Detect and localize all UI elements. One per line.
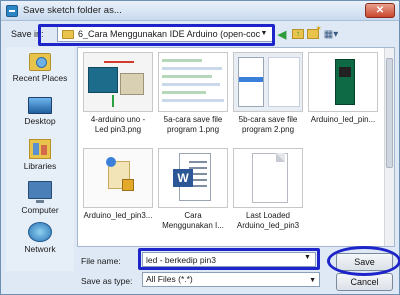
place-label: Computer [21, 205, 59, 215]
place-libraries[interactable]: Libraries [6, 139, 74, 171]
file-name: Arduino_led_pin3... [83, 211, 153, 220]
navigation-toolbar: ◀ ↑ ▦▾ [275, 24, 340, 42]
image-thumbnail [308, 52, 378, 112]
save-as-type-label: Save as type: [81, 276, 133, 286]
arduino-app-icon [6, 4, 18, 17]
save-as-type-value: All Files (*.*) [146, 274, 193, 284]
file-name: program 2.png [241, 125, 295, 134]
place-label: Libraries [23, 161, 57, 171]
close-button[interactable]: ✕ [365, 3, 395, 18]
title-bar: Save sketch folder as... ✕ [1, 1, 399, 21]
list-item[interactable]: 4-arduino uno - Led pin3.png [82, 52, 154, 135]
chevron-down-icon[interactable]: ▼ [309, 274, 316, 287]
file-name: 4-arduino uno - [90, 115, 146, 124]
file-name: Led pin3.png [94, 125, 142, 134]
file-name: Cara [184, 211, 202, 220]
file-name-label: File name: [81, 256, 121, 266]
place-label: Desktop [24, 116, 56, 126]
ino-file-icon [83, 148, 153, 208]
image-thumbnail [83, 52, 153, 112]
image-thumbnail [233, 52, 303, 112]
place-label: Recent Places [12, 73, 68, 83]
save-button-highlight-ring [327, 246, 400, 276]
place-computer[interactable]: Computer [6, 181, 74, 215]
place-desktop[interactable]: Desktop [6, 97, 74, 126]
save-dialog: Save sketch folder as... ✕ Save in: 6_Ca… [0, 0, 400, 295]
place-network[interactable]: Network [6, 222, 74, 254]
vertical-scrollbar[interactable] [384, 48, 394, 246]
file-name: Arduino_led_pin3 [236, 221, 300, 230]
back-arrow-icon[interactable]: ◀ [275, 27, 289, 41]
up-folder-icon[interactable]: ↑ [292, 29, 304, 39]
place-recent-places[interactable]: Recent Places [6, 53, 74, 83]
places-bar: Recent Places Desktop Libraries Computer… [6, 47, 74, 271]
recent-places-icon [29, 53, 51, 71]
window-title: Save sketch folder as... [23, 5, 122, 16]
file-name: Menggunakan I... [162, 221, 224, 230]
save-in-highlight-box [38, 24, 275, 46]
list-item[interactable]: Last Loaded Arduino_led_pin3 [232, 148, 304, 231]
network-icon [28, 222, 52, 242]
place-label: Network [24, 244, 56, 254]
list-item[interactable]: 5b-cara save file program 2.png [232, 52, 304, 135]
file-name-highlight-box [138, 248, 320, 270]
list-item[interactable]: Arduino_led_pin3... [82, 148, 154, 221]
file-name: 5b-cara save file [238, 115, 298, 124]
list-item[interactable]: Arduino_led_pin... [307, 52, 379, 125]
blank-file-icon [233, 148, 303, 208]
list-item[interactable]: W Cara Menggunakan I... [157, 148, 229, 231]
file-list[interactable]: 4-arduino uno - Led pin3.png 5a-cara sav… [77, 47, 395, 247]
computer-icon [28, 181, 52, 203]
file-name: Arduino_led_pin... [310, 115, 376, 124]
views-menu-icon[interactable]: ▦▾ [322, 27, 340, 41]
file-name: 5a-cara save file [163, 115, 223, 124]
scrollbar-thumb[interactable] [386, 58, 393, 168]
image-thumbnail [158, 52, 228, 112]
desktop-icon [28, 97, 52, 114]
list-item[interactable]: 5a-cara save file program 1.png [157, 52, 229, 135]
word-document-icon: W [158, 148, 228, 208]
file-name: Last Loaded [245, 211, 291, 220]
libraries-icon [29, 139, 51, 159]
save-as-type-dropdown[interactable]: All Files (*.*) ▼ [142, 272, 320, 287]
new-folder-icon[interactable] [307, 24, 322, 39]
file-name: program 1.png [166, 125, 220, 134]
